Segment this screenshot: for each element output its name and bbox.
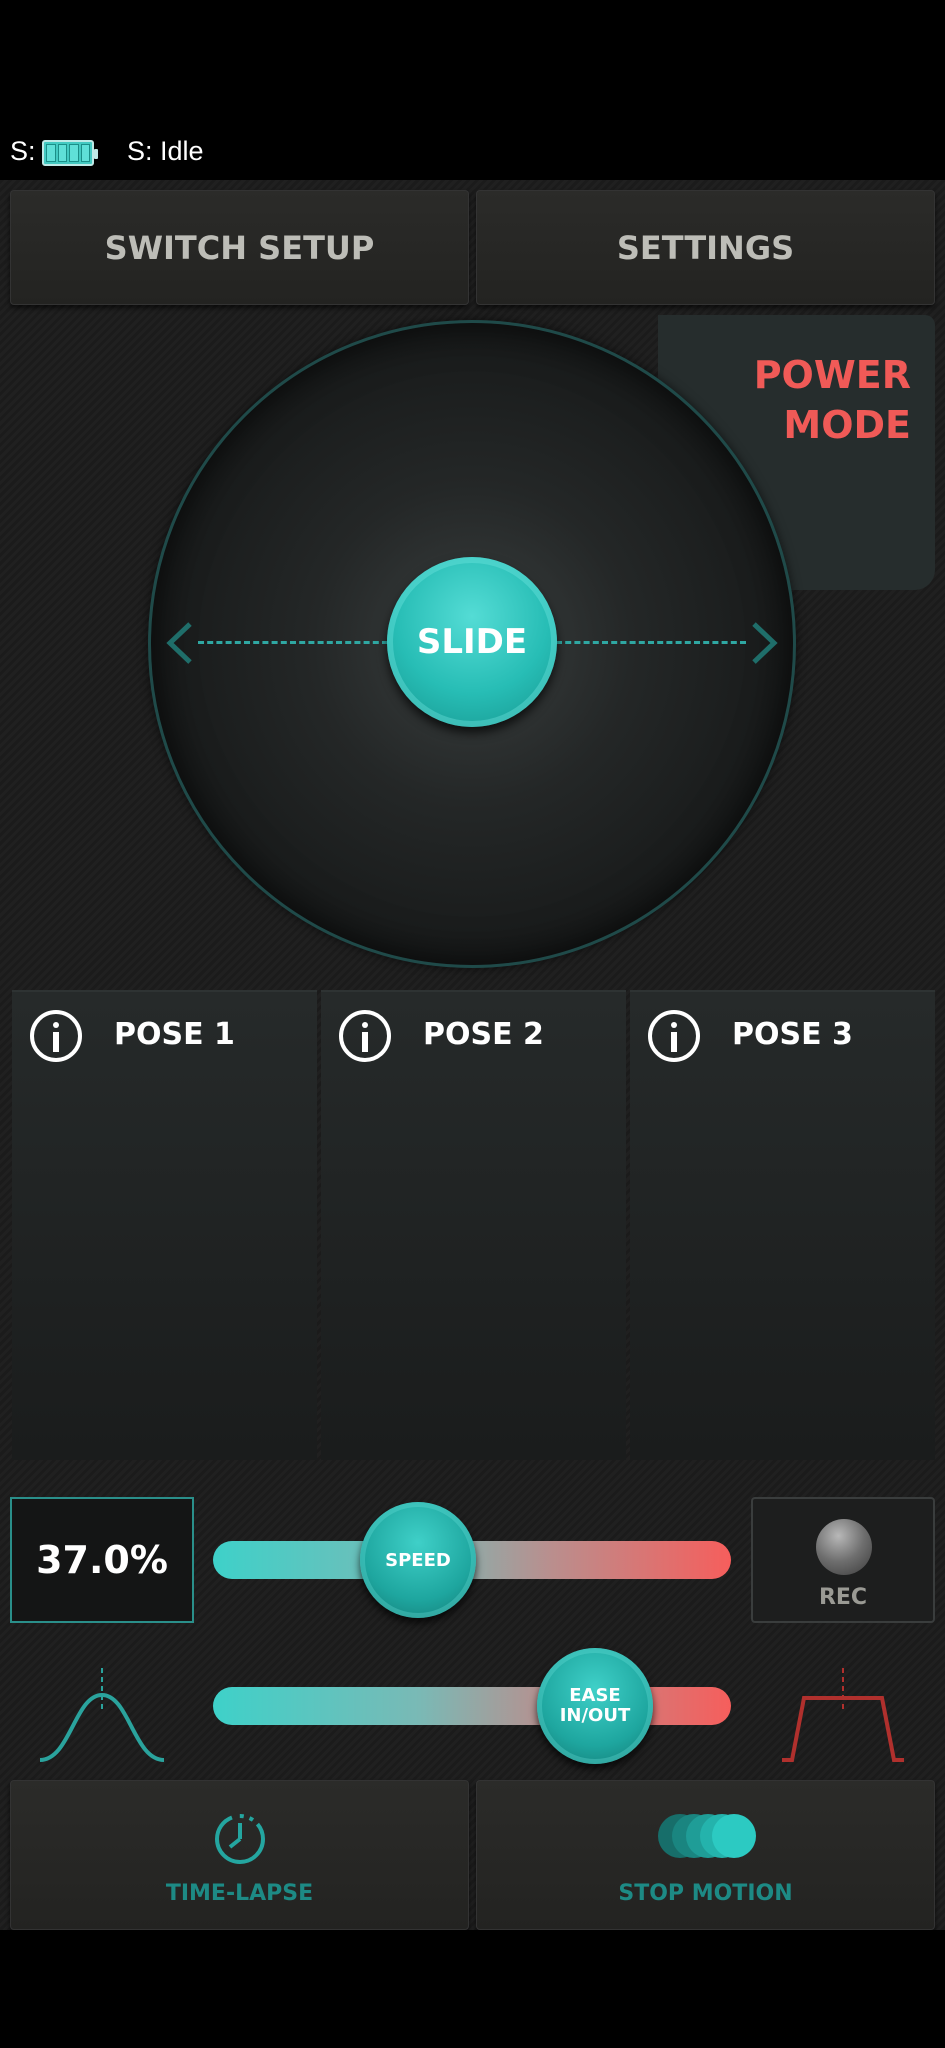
time-lapse-button[interactable]: TIME-LAPSE — [10, 1780, 469, 1930]
pose-2-panel[interactable]: POSE 2 — [321, 990, 626, 1460]
stop-motion-icon — [657, 1814, 756, 1858]
power-mode-label: POWER MODE — [753, 353, 911, 447]
pose-label: POSE 2 — [423, 1017, 544, 1052]
system-nav-bar — [0, 1930, 945, 2048]
rec-label: REC — [818, 1585, 868, 1610]
speed-slider-knob[interactable]: SPEED — [360, 1502, 476, 1618]
device-state: S: Idle — [127, 136, 204, 166]
rec-button[interactable]: REC — [751, 1497, 935, 1623]
chevron-left-icon — [166, 622, 192, 664]
pose-3-panel[interactable]: POSE 3 — [630, 990, 935, 1460]
stop-motion-button[interactable]: STOP MOTION — [476, 1780, 935, 1930]
clock-icon — [214, 1814, 265, 1864]
ease-curve-icon — [39, 1668, 165, 1762]
slide-track-right — [556, 641, 746, 644]
pose-1-panel[interactable]: POSE 1 — [12, 990, 317, 1460]
slide-knob[interactable]: SLIDE — [387, 557, 557, 727]
info-icon[interactable] — [339, 1010, 391, 1062]
pose-label: POSE 3 — [732, 1017, 853, 1052]
slide-track-left — [198, 641, 388, 644]
record-icon — [816, 1519, 872, 1575]
info-icon[interactable] — [30, 1010, 82, 1062]
pose-label: POSE 1 — [114, 1017, 235, 1052]
speed-percent-readout: 37.0% — [10, 1497, 194, 1623]
time-lapse-label: TIME-LAPSE — [165, 1881, 314, 1906]
battery-icon — [42, 140, 98, 166]
stop-motion-label: STOP MOTION — [618, 1881, 793, 1906]
ease-slider-knob[interactable]: EASE IN/OUT — [537, 1648, 653, 1764]
switch-setup-button[interactable]: SWITCH SETUP — [10, 190, 469, 305]
status-bar: S: S: Idle — [0, 0, 945, 180]
settings-button[interactable]: SETTINGS — [476, 190, 935, 305]
chevron-right-icon — [752, 622, 778, 664]
app-panel: SWITCH SETUP SETTINGS POWER MODE SLIDE P… — [0, 180, 945, 1930]
battery-prefix: S: — [10, 136, 36, 166]
info-icon[interactable] — [648, 1010, 700, 1062]
linear-curve-icon — [782, 1668, 904, 1762]
ease-slider-track[interactable] — [213, 1687, 731, 1725]
